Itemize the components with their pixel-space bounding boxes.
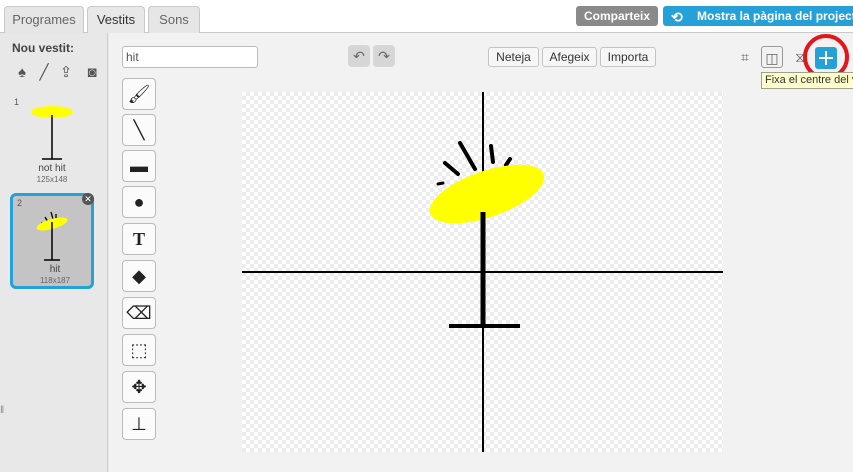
scratch-editor: Programes Vestits Sons Comparteix ⟲ Most… (0, 0, 853, 472)
costume-size: 125x148 (36, 175, 68, 184)
redo-icon[interactable]: ↷ (373, 45, 395, 67)
share-button[interactable]: Comparteix (576, 6, 658, 26)
flip-horizontal-icon[interactable]: ◫ (761, 46, 783, 68)
costume-drawing (242, 92, 723, 452)
add-button[interactable]: Afegeix (542, 47, 597, 67)
line-icon[interactable]: ╲ (122, 114, 156, 146)
crop-icon[interactable]: ⌗ (734, 46, 756, 68)
costume-name: not hit (38, 163, 66, 174)
project-page-icon: ⟲ (671, 9, 683, 25)
costume-thumbnail (36, 211, 68, 261)
paint-brush-icon[interactable]: ╱ (34, 63, 54, 83)
costume-item-hit[interactable]: 2 ✕ hit 118x187 (10, 193, 94, 289)
costume-size: 118x187 (39, 276, 71, 285)
tab-programes[interactable]: Programes (4, 6, 84, 34)
see-project-page-label: Mostra la pàgina del projecte (697, 9, 853, 23)
costume-thumbnail (31, 106, 73, 160)
text-icon[interactable]: T (122, 223, 156, 255)
camera-icon[interactable]: ◙ (82, 63, 102, 83)
rectangle-icon[interactable]: ▬ (122, 150, 156, 182)
costume-name: hit (49, 264, 61, 275)
costume-item-not-hit[interactable]: 1 not hit 125x148 (10, 95, 94, 189)
clear-button[interactable]: Neteja (488, 47, 539, 67)
undo-icon[interactable]: ↶ (348, 45, 370, 67)
costume-list-pane: Nou vestit: ♠ ╱ ⇪ ◙ 1 not hit 125x148 2 … (0, 33, 108, 472)
tab-vestits[interactable]: Vestits (87, 6, 145, 34)
see-project-page-button[interactable]: ⟲ Mostra la pàgina del projecte (663, 6, 853, 26)
fill-icon[interactable]: ◆ (122, 260, 156, 292)
tab-sons[interactable]: Sons (148, 6, 200, 34)
top-bar: Programes Vestits Sons Comparteix ⟲ Most… (0, 0, 853, 34)
paint-editor: hit ↶ ↷ Neteja Afegeix Importa ⌗ ◫ ⧖ Fix… (109, 33, 853, 472)
sprite-library-icon[interactable]: ♠ (12, 63, 32, 83)
upload-icon[interactable]: ⇪ (56, 63, 76, 83)
edge-mark: ‖ (0, 405, 5, 416)
tooltip: Fixa el centre del vestit (761, 72, 853, 89)
reshape-icon[interactable]: ✥ (122, 371, 156, 403)
costume-name-input[interactable]: hit (122, 46, 258, 68)
ellipse-icon[interactable]: ● (122, 186, 156, 218)
eraser-icon[interactable]: ⌫ (122, 297, 156, 329)
new-costume-icons: ♠ ╱ ⇪ ◙ (12, 63, 104, 83)
import-button[interactable]: Importa (600, 47, 656, 67)
brush-icon[interactable]: 🖌 (122, 78, 156, 110)
stamp-icon[interactable]: ⊥ (122, 408, 156, 440)
select-icon[interactable]: ⬚ (122, 334, 156, 366)
drawing-canvas[interactable] (242, 92, 723, 452)
new-costume-label: Nou vestit: (12, 41, 75, 55)
